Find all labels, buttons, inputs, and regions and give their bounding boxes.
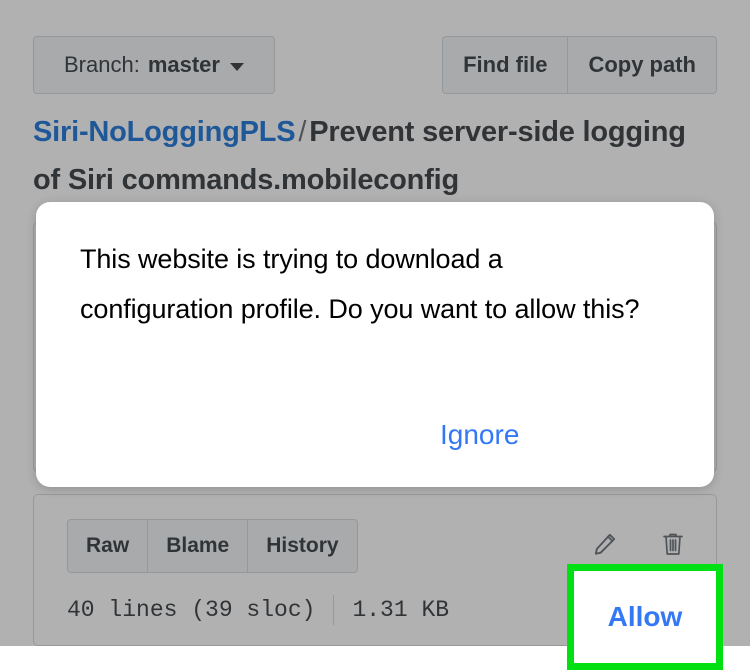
allow-button[interactable]: Allow: [608, 601, 683, 633]
ignore-button[interactable]: Ignore: [440, 419, 519, 451]
dialog-actions: Ignore Allow: [36, 383, 723, 670]
allow-button-highlight: Allow: [567, 564, 723, 670]
download-profile-dialog: This website is trying to download a con…: [36, 202, 723, 670]
dialog-message: This website is trying to download a con…: [80, 244, 640, 324]
